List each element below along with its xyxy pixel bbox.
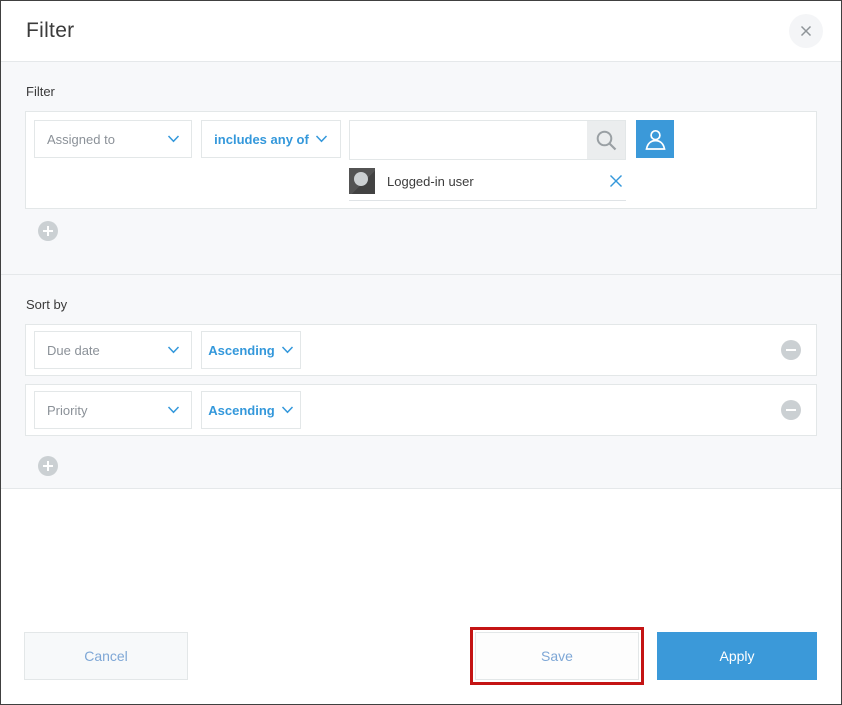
sort-row: Priority Ascending [25,384,817,436]
remove-tag-button[interactable] [608,173,624,189]
chevron-down-icon [167,346,180,354]
filter-condition-card: Assigned to includes any of [25,111,817,209]
chevron-down-icon [167,135,180,143]
chevron-down-icon [281,346,294,354]
filter-section-label: Filter [26,84,817,99]
user-tag: Logged-in user [349,168,626,201]
x-icon [608,173,624,189]
magnifier-icon [595,129,618,152]
add-sort-row-button[interactable] [38,456,58,476]
sort-field-value: Priority [47,403,87,418]
sort-field-select[interactable]: Due date [34,331,192,369]
apply-button[interactable]: Apply [657,632,817,680]
search-button[interactable] [587,121,625,159]
sort-direction-select[interactable]: Ascending [201,391,301,429]
person-icon [642,126,669,153]
sort-section-label: Sort by [26,297,817,312]
remove-sort-row-button[interactable] [781,400,801,420]
add-filter-condition-button[interactable] [38,221,58,241]
close-icon [799,24,813,38]
field-select[interactable]: Assigned to [34,120,192,158]
user-search-box [349,120,626,160]
selected-users-list: Logged-in user [349,160,626,201]
cancel-button[interactable]: Cancel [24,632,188,680]
chevron-down-icon [281,406,294,414]
remove-sort-row-button[interactable] [781,340,801,360]
filter-condition-controls: Assigned to includes any of [34,120,808,160]
close-button[interactable] [789,14,823,48]
sort-row: Due date Ascending [25,324,817,376]
sort-direction-select[interactable]: Ascending [201,331,301,369]
user-search-input[interactable] [350,121,587,159]
user-picker-button[interactable] [636,120,674,158]
dialog-footer: Cancel Save Apply [1,489,841,704]
filter-dialog: Filter Filter Assigned to [0,0,842,705]
dialog-title: Filter [26,19,74,43]
section-divider [1,274,841,275]
user-avatar-icon [349,168,375,194]
user-tag-label: Logged-in user [387,174,474,189]
dialog-body: Filter Assigned to includes any of [1,61,841,489]
sort-direction-value: Ascending [208,403,274,418]
operator-select[interactable]: includes any of [201,120,341,158]
field-select-value: Assigned to [47,132,115,147]
chevron-down-icon [167,406,180,414]
sort-field-value: Due date [47,343,100,358]
dialog-header: Filter [1,1,841,61]
sort-direction-value: Ascending [208,343,274,358]
save-highlight-annotation: Save [470,627,644,685]
save-button[interactable]: Save [475,632,639,680]
chevron-down-icon [315,135,328,143]
operator-select-value: includes any of [214,132,309,147]
footer-buttons: Cancel Save Apply [24,627,817,685]
sort-field-select[interactable]: Priority [34,391,192,429]
